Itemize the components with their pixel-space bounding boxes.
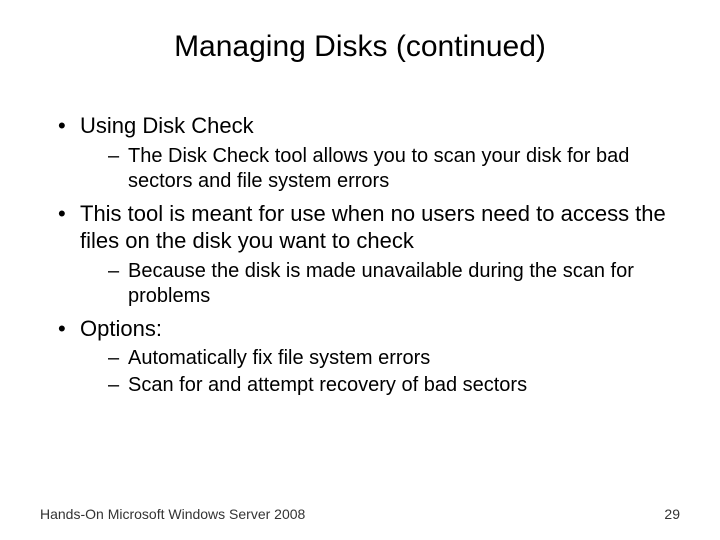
sub-bullet-item: The Disk Check tool allows you to scan y… (108, 144, 680, 194)
bullet-text: Using Disk Check (80, 113, 254, 138)
slide: Managing Disks (continued) Using Disk Ch… (0, 0, 720, 540)
sub-bullet-item: Automatically fix file system errors (108, 346, 680, 371)
bullet-text: Options: (80, 316, 162, 341)
bullet-item: Options: Automatically fix file system e… (58, 315, 680, 399)
sub-bullet-text: The Disk Check tool allows you to scan y… (128, 145, 629, 192)
slide-content: Using Disk Check The Disk Check tool all… (40, 112, 680, 398)
slide-title: Managing Disks (continued) (40, 30, 680, 64)
sub-bullet-list: Automatically fix file system errors Sca… (80, 346, 680, 398)
bullet-text: This tool is meant for use when no users… (80, 201, 666, 254)
bullet-item: This tool is meant for use when no users… (58, 200, 680, 309)
sub-bullet-text: Scan for and attempt recovery of bad sec… (128, 374, 527, 396)
bullet-item: Using Disk Check The Disk Check tool all… (58, 112, 680, 194)
bullet-list: Using Disk Check The Disk Check tool all… (40, 112, 680, 398)
page-number: 29 (664, 506, 680, 522)
sub-bullet-text: Automatically fix file system errors (128, 347, 430, 369)
sub-bullet-item: Scan for and attempt recovery of bad sec… (108, 373, 680, 398)
sub-bullet-list: Because the disk is made unavailable dur… (80, 259, 680, 309)
slide-footer: Hands-On Microsoft Windows Server 2008 2… (40, 506, 680, 522)
footer-source: Hands-On Microsoft Windows Server 2008 (40, 506, 305, 522)
sub-bullet-item: Because the disk is made unavailable dur… (108, 259, 680, 309)
sub-bullet-list: The Disk Check tool allows you to scan y… (80, 144, 680, 194)
sub-bullet-text: Because the disk is made unavailable dur… (128, 260, 634, 307)
